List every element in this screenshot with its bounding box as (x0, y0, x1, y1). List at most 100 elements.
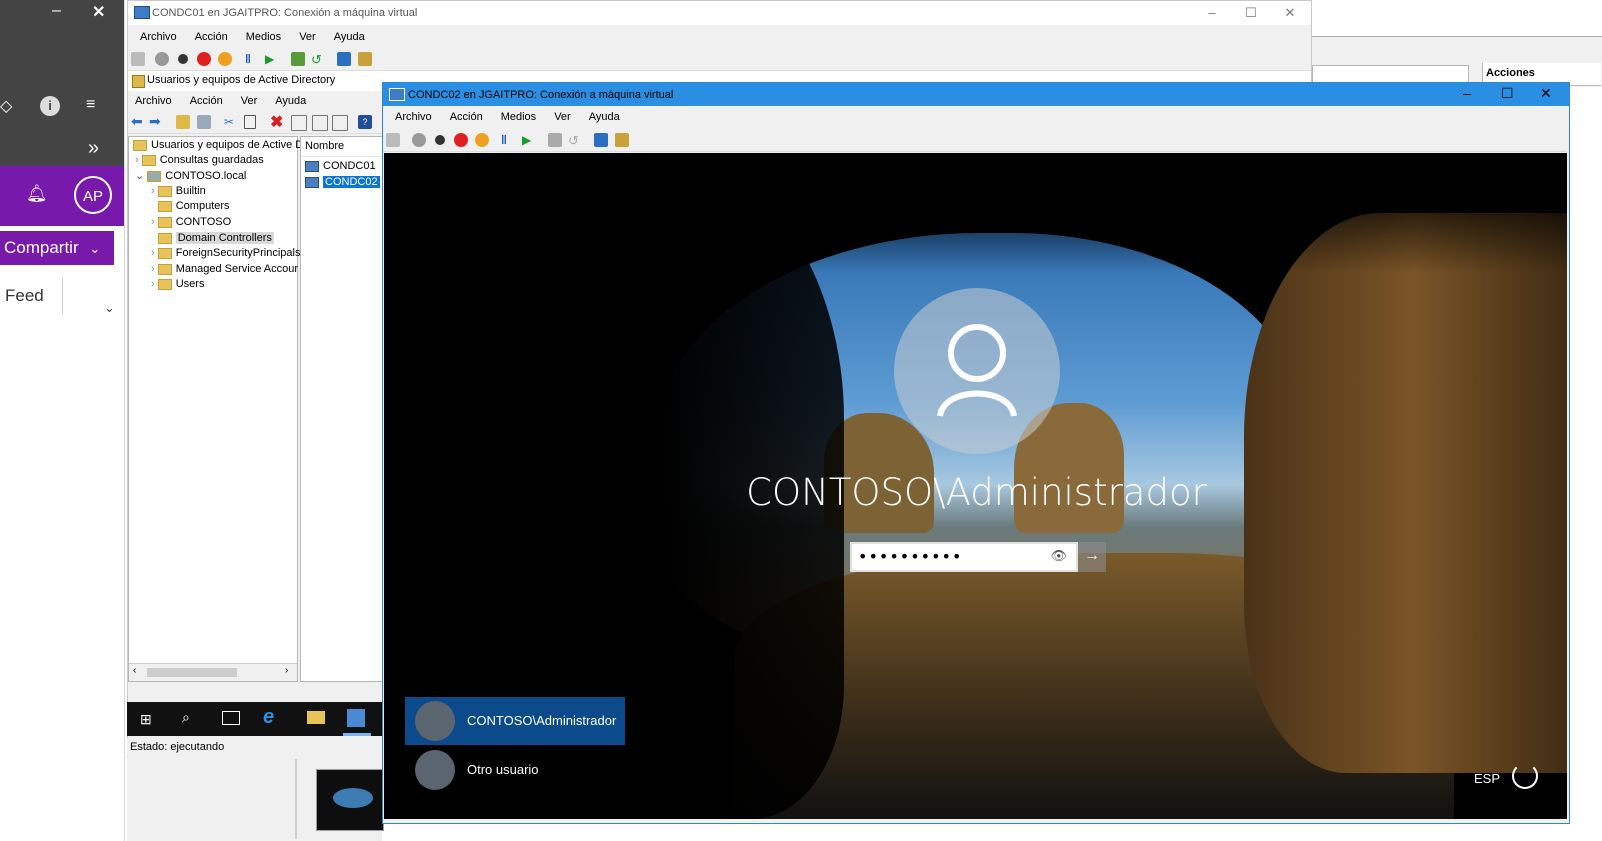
language-indicator[interactable]: ESP (1474, 771, 1500, 786)
task-view-icon[interactable] (222, 711, 240, 725)
revert-icon[interactable]: ↺ (311, 52, 325, 67)
show-tree-icon[interactable] (197, 115, 211, 129)
close-button[interactable]: ✕ (1540, 85, 1552, 102)
minimize-button[interactable]: – (1204, 5, 1220, 20)
properties-icon[interactable] (291, 115, 307, 131)
checkpoint-icon[interactable] (291, 52, 305, 66)
share-icon[interactable] (358, 52, 372, 66)
refresh-icon[interactable] (312, 115, 328, 131)
chevron-right-icon: › (135, 154, 139, 166)
chevron-down-icon[interactable]: ⌄ (104, 300, 115, 316)
server-manager-icon[interactable] (347, 709, 365, 727)
pause-icon[interactable]: ‖ (501, 133, 515, 147)
reset-icon[interactable] (218, 52, 232, 66)
help-icon[interactable]: ? (358, 115, 372, 129)
login-screen: CONTOSO\Administrador •••••••••• 👁︎ → CO… (384, 153, 1567, 819)
search-icon[interactable]: ⌕ (182, 709, 190, 726)
tree-root[interactable]: Usuarios y equipos de Active Dir (133, 139, 309, 151)
scroll-right-icon[interactable]: › (285, 665, 288, 676)
menu-archivo[interactable]: Archivo (395, 107, 432, 127)
menu-icon[interactable]: ≡ (86, 96, 95, 114)
tree-item-domain-controllers[interactable]: › Domain Controllers (151, 232, 274, 244)
tree-scrollbar[interactable]: ‹ › (129, 663, 297, 681)
menu-ver[interactable]: Ver (299, 27, 316, 47)
internet-explorer-icon[interactable]: e (263, 706, 274, 729)
file-explorer-icon[interactable] (307, 711, 325, 724)
tree-item-builtin[interactable]: › Builtin (151, 185, 206, 197)
tree-item-foreign-security-principals[interactable]: › ForeignSecurityPrincipals (151, 247, 300, 259)
menu-medios[interactable]: Medios (501, 107, 536, 127)
export-icon[interactable] (332, 115, 348, 131)
info-icon[interactable]: i (40, 96, 60, 116)
pause-icon[interactable]: ‖ (245, 52, 259, 66)
feed-label[interactable]: Feed (5, 286, 44, 306)
aduc-menu-accion[interactable]: Acción (190, 91, 223, 111)
password-field[interactable]: •••••••••• 👁︎ (850, 542, 1078, 572)
maximize-button[interactable]: ☐ (1501, 85, 1514, 102)
menu-accion[interactable]: Acción (450, 107, 483, 127)
aduc-menu-ayuda[interactable]: Ayuda (275, 91, 306, 111)
checkpoint-icon[interactable] (548, 133, 562, 147)
delete-icon[interactable]: ✖ (270, 112, 284, 131)
cut-icon[interactable]: ✂ (224, 115, 238, 129)
menu-medios[interactable]: Medios (246, 27, 281, 47)
tree-item-label: Computers (175, 200, 230, 212)
submit-arrow-button[interactable]: → (1078, 542, 1106, 572)
shutdown-icon[interactable] (454, 133, 468, 147)
menu-ayuda[interactable]: Ayuda (334, 27, 365, 47)
close-icon[interactable]: ✕ (92, 2, 105, 22)
menu-ver[interactable]: Ver (554, 107, 571, 127)
up-folder-icon[interactable] (176, 115, 190, 129)
tree-item-computers[interactable]: › Computers (151, 200, 230, 212)
reveal-password-icon[interactable]: 👁︎ (1050, 544, 1068, 570)
stop-icon[interactable] (433, 133, 447, 147)
stop-icon[interactable] (176, 52, 190, 66)
share-icon[interactable] (615, 133, 629, 147)
chevron-down-icon: ⌄ (89, 241, 101, 256)
tree-saved-queries[interactable]: › Consultas guardadas (135, 154, 264, 166)
reset-icon[interactable] (475, 133, 489, 147)
tree-item-contoso[interactable]: › CONTOSO (151, 216, 231, 228)
minimize-button[interactable]: – (1463, 85, 1471, 101)
shutdown-icon[interactable] (197, 52, 211, 66)
revert-icon[interactable]: ↺ (568, 133, 582, 148)
column-header-name[interactable]: Nombre (305, 140, 344, 152)
ctrl-alt-del-icon[interactable] (131, 52, 145, 66)
chevron-double-right-icon[interactable]: » (88, 137, 99, 160)
ctrl-alt-del-icon[interactable] (386, 133, 400, 147)
menu-accion[interactable]: Acción (195, 27, 228, 47)
vm-thumbnail[interactable] (316, 769, 384, 831)
maximize-button[interactable]: ☐ (1243, 5, 1259, 21)
start-icon[interactable] (155, 52, 169, 66)
aduc-menu-archivo[interactable]: Archivo (135, 91, 172, 111)
power-icon[interactable] (1512, 763, 1538, 789)
forward-icon[interactable]: ➡ (149, 113, 163, 129)
resume-icon[interactable]: ▶ (522, 133, 536, 147)
menu-ayuda[interactable]: Ayuda (589, 107, 620, 127)
list-item[interactable]: CONDC01 (305, 160, 376, 172)
back-icon[interactable]: ⬅ (131, 113, 145, 129)
user-list-item[interactable]: Otro usuario (405, 746, 625, 794)
enhanced-session-icon[interactable] (594, 133, 608, 147)
menu-archivo[interactable]: Archivo (140, 27, 177, 47)
list-item-selected[interactable]: CONDC02 (305, 176, 380, 188)
bell-icon[interactable]: 🔔︎ (26, 184, 48, 204)
resume-icon[interactable]: ▶ (265, 52, 279, 66)
user-list-item-selected[interactable]: CONTOSO\Administrador (405, 697, 625, 745)
avatar[interactable]: AP (74, 176, 112, 214)
start-icon[interactable] (412, 133, 426, 147)
pocket-icon[interactable]: ◇ (0, 96, 12, 116)
scroll-left-icon[interactable]: ‹ (133, 665, 136, 676)
tree-domain[interactable]: ⌄ CONTOSO.local (135, 169, 246, 182)
minimize-icon[interactable]: – (52, 2, 61, 20)
close-button[interactable]: ✕ (1282, 5, 1298, 21)
folder-icon (157, 200, 172, 212)
windows-start-icon[interactable]: ⊞ (140, 711, 152, 728)
copy-icon[interactable] (244, 115, 256, 129)
tree-item-managed-service[interactable]: › Managed Service Accour (151, 263, 298, 275)
scroll-thumb[interactable] (147, 668, 237, 677)
tree-item-users[interactable]: › Users (151, 278, 204, 290)
enhanced-session-icon[interactable] (337, 52, 351, 66)
aduc-menu-ver[interactable]: Ver (241, 91, 258, 111)
share-button[interactable]: Compartir ⌄ (0, 231, 114, 265)
